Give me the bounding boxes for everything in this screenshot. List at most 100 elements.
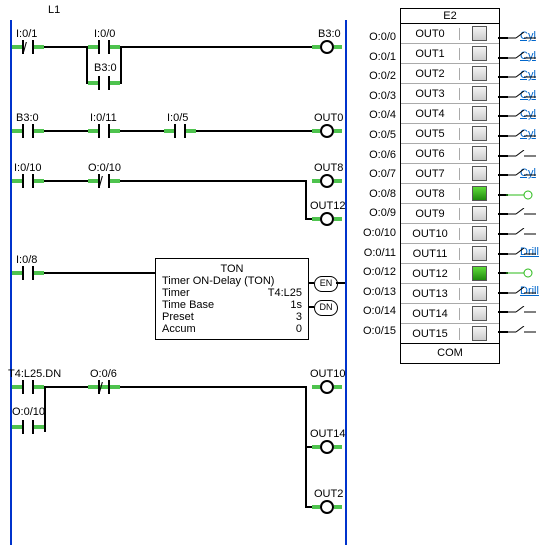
r5-out1-label: OUT10 xyxy=(310,368,345,380)
led-indicator xyxy=(472,166,487,181)
led-indicator xyxy=(472,46,487,61)
nc-contact-symbol xyxy=(506,52,536,64)
nc-contact-symbol xyxy=(506,287,536,299)
output-address: O:0/7 xyxy=(352,168,396,180)
en-bubble: EN xyxy=(314,276,338,292)
ton-header: TON xyxy=(162,263,302,275)
output-row: OUT12 xyxy=(401,264,499,284)
output-row: OUT9 xyxy=(401,204,499,224)
r2-c1-label: B3:0 xyxy=(16,112,39,124)
r1-c2-label: I:0/0 xyxy=(94,28,115,40)
output-name: OUT9 xyxy=(401,208,460,220)
ton-v3: 3 xyxy=(296,311,302,323)
ton-l4: Accum xyxy=(162,323,196,335)
output-name: OUT1 xyxy=(401,48,460,60)
output-address: O:0/13 xyxy=(352,286,396,298)
led-indicator xyxy=(472,186,487,201)
ton-v2: 1s xyxy=(290,299,302,311)
no-contact-symbol xyxy=(506,267,536,279)
r1-coil xyxy=(312,40,342,54)
r3-contact-2: / xyxy=(88,174,120,188)
wire xyxy=(44,386,88,388)
led-indicator xyxy=(472,126,487,141)
output-led-cell xyxy=(460,26,498,41)
wire xyxy=(305,180,307,220)
ton-instruction: TON Timer ON-Delay (TON) TimerT4:L25 Tim… xyxy=(155,258,309,340)
r5-c1-label: T4:L25.DN xyxy=(8,368,61,380)
output-address: O:0/5 xyxy=(352,129,396,141)
output-name: OUT6 xyxy=(401,148,460,160)
ton-v4: 0 xyxy=(296,323,302,335)
r2-c2-label: I:0/11 xyxy=(90,112,117,124)
r2-contact-3 xyxy=(164,124,196,138)
output-name: OUT5 xyxy=(401,128,460,140)
r5-out3-label: OUT2 xyxy=(314,488,343,500)
com-label: COM xyxy=(401,343,499,363)
output-address: O:0/9 xyxy=(352,207,396,219)
wire xyxy=(44,130,88,132)
left-power-rail xyxy=(10,20,12,545)
r5-contact-2: / xyxy=(88,380,120,394)
ton-l1: Timer xyxy=(162,287,190,299)
output-led-cell xyxy=(460,226,498,241)
output-led-cell xyxy=(460,266,498,281)
ton-l2: Time Base xyxy=(162,299,214,311)
r5-c2-label: O:0/6 xyxy=(90,368,117,380)
output-led-cell xyxy=(460,106,498,121)
led-indicator xyxy=(472,86,487,101)
wire xyxy=(120,180,305,182)
ladder-title: L1 xyxy=(48,4,60,16)
output-row: OUT0 xyxy=(401,24,499,44)
output-name: OUT11 xyxy=(401,248,460,260)
led-indicator xyxy=(472,246,487,261)
output-row: OUT15 xyxy=(401,324,499,343)
output-address: O:0/6 xyxy=(352,149,396,161)
r5-coil-1 xyxy=(312,380,342,394)
wire xyxy=(44,272,155,274)
r1-branch-contact xyxy=(88,76,120,90)
output-row: OUT4 xyxy=(401,104,499,124)
r4-contact-1 xyxy=(12,266,44,280)
output-name: OUT13 xyxy=(401,288,460,300)
output-led-cell xyxy=(460,306,498,321)
led-indicator xyxy=(472,106,487,121)
led-indicator xyxy=(472,26,487,41)
ton-type: Timer ON-Delay (TON) xyxy=(162,275,302,287)
output-row: OUT3 xyxy=(401,84,499,104)
nc-contact-symbol xyxy=(506,150,536,162)
r5-b-label: O:0/10 xyxy=(12,406,45,418)
output-row: OUT5 xyxy=(401,124,499,144)
module-title: E2 xyxy=(401,9,499,24)
nc-contact-symbol xyxy=(506,248,536,260)
nc-contact-symbol xyxy=(506,130,536,142)
nc-contact-symbol xyxy=(506,228,536,240)
wire xyxy=(120,46,312,48)
wire xyxy=(336,282,345,284)
nc-contact-symbol xyxy=(506,32,536,44)
right-power-rail xyxy=(345,20,347,545)
output-name: OUT10 xyxy=(401,228,460,240)
output-address: O:0/8 xyxy=(352,188,396,200)
r2-contact-2 xyxy=(88,124,120,138)
r5-contact-1 xyxy=(12,380,44,394)
output-address: O:0/2 xyxy=(352,70,396,82)
plc-ladder-diagram: L1 I:0/1 / I:0/0 B3:0 B3:0 B3:0 I:0/11 I… xyxy=(0,0,545,545)
r3-c1-label: I:0/10 xyxy=(14,162,42,174)
output-address: O:0/10 xyxy=(352,227,396,239)
output-name: OUT7 xyxy=(401,168,460,180)
wire xyxy=(120,130,164,132)
led-indicator xyxy=(472,206,487,221)
r5-coil-3 xyxy=(312,500,342,514)
output-row: OUT6 xyxy=(401,144,499,164)
output-name: OUT0 xyxy=(401,28,460,40)
wire xyxy=(120,46,122,84)
output-row: OUT8 xyxy=(401,184,499,204)
output-led-cell xyxy=(460,126,498,141)
r2-c3-label: I:0/5 xyxy=(167,112,188,124)
led-indicator xyxy=(472,326,487,341)
r3-contact-1 xyxy=(12,174,44,188)
nc-contact-symbol xyxy=(506,110,536,122)
output-led-cell xyxy=(460,46,498,61)
r1-contact-2 xyxy=(88,40,120,54)
nc-contact-symbol xyxy=(506,208,536,220)
